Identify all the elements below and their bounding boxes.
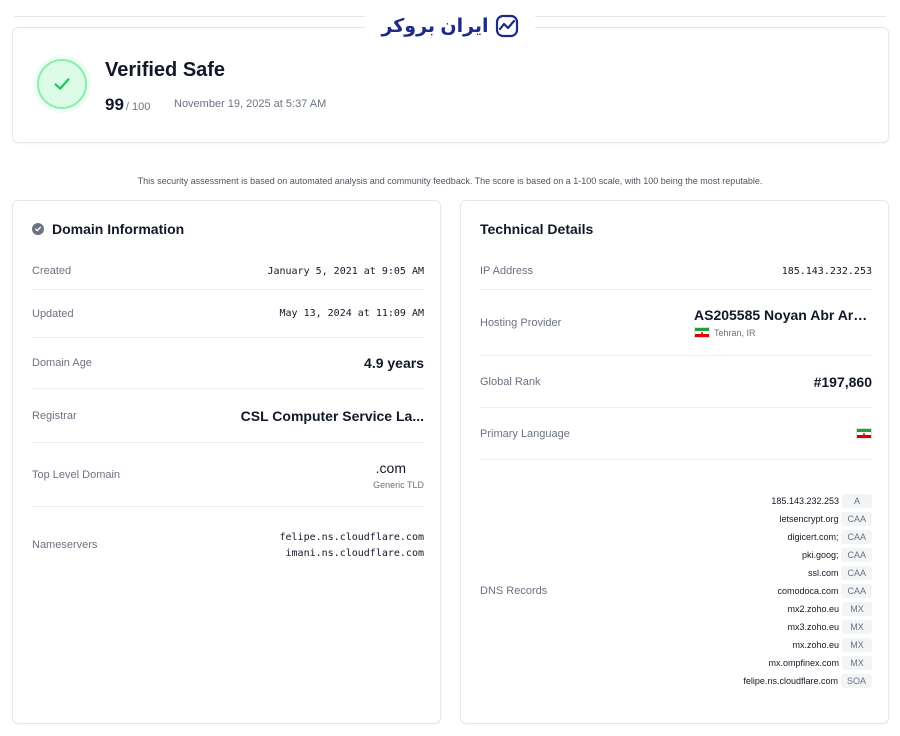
- dns-record: mx.ompfinex.com MX: [768, 656, 872, 670]
- score-max: / 100: [125, 101, 151, 113]
- nameservers-list: felipe.ns.cloudflare.com imani.ns.cloudf…: [280, 532, 425, 559]
- dns-record-type-badge: SOA: [840, 674, 872, 688]
- dns-record-value: digicert.com;: [787, 532, 839, 542]
- nameserver-item: imani.ns.cloudflare.com: [285, 547, 424, 559]
- assessment-date: November 19, 2025 at 5:37 AM: [174, 98, 327, 110]
- dns-record-type-badge: CAA: [841, 530, 872, 544]
- dns-record-type-badge: MX: [842, 638, 872, 652]
- tld-label: Top Level Domain: [32, 468, 121, 481]
- ip-label: IP Address: [480, 265, 533, 277]
- dns-record-value: 185.143.232.253: [771, 496, 839, 506]
- hosting-location-text: Tehran, IR: [714, 327, 756, 338]
- domain-age-label: Domain Age: [32, 357, 92, 369]
- row-tld: Top Level Domain .com Generic TLD: [32, 443, 424, 507]
- verified-badge: [37, 59, 87, 109]
- tld-value: .com: [375, 459, 406, 476]
- registrar-value: CSL Computer Service La...: [240, 407, 424, 424]
- dns-record-type-badge: CAA: [841, 584, 872, 598]
- dns-record-value: pki.goog;: [801, 550, 839, 560]
- dns-record: mx3.zoho.eu MX: [787, 620, 872, 634]
- rank-label: Global Rank: [480, 375, 541, 388]
- iran-flag-icon: [694, 327, 710, 338]
- dns-record-value: mx3.zoho.eu: [787, 622, 839, 632]
- hosting-location: Tehran, IR: [694, 327, 756, 338]
- dns-record: felipe.ns.cloudflare.com SOA: [743, 674, 872, 688]
- registrar-label: Registrar: [32, 409, 77, 422]
- language-label: Primary Language: [480, 427, 570, 440]
- dns-record-type-badge: CAA: [841, 566, 872, 580]
- dns-record-type-badge: MX: [842, 656, 872, 670]
- updated-label: Updated: [32, 307, 74, 320]
- dns-record: digicert.com; CAA: [787, 530, 872, 544]
- brand-name: ایران بروکر: [381, 15, 489, 37]
- brand-logo[interactable]: ایران بروکر: [365, 14, 535, 38]
- dns-record-type-badge: CAA: [841, 512, 872, 526]
- dns-record: pki.goog; CAA: [802, 548, 872, 562]
- dns-record-type-badge: MX: [842, 620, 872, 634]
- row-created: Created January 5, 2021 at 9:05 AM: [32, 253, 424, 290]
- dns-record: mx.zoho.eu MX: [792, 638, 872, 652]
- dns-record: ssl.com CAA: [808, 566, 872, 580]
- hosting-label: Hosting Provider: [480, 316, 562, 329]
- created-value: January 5, 2021 at 9:05 AM: [267, 265, 424, 277]
- tld-block: .com Generic TLD: [373, 460, 424, 490]
- dns-record-value: mx2.zoho.eu: [787, 604, 839, 614]
- brand-chart-icon: [495, 14, 518, 38]
- iran-flag-icon: [856, 428, 872, 439]
- row-domain-age: Domain Age 4.9 years: [32, 338, 424, 389]
- row-dns-records: DNS Records 185.143.232.253 Aletsencrypt.…: [480, 460, 872, 722]
- domain-age-value: 4.9 years: [364, 355, 424, 371]
- dns-label: DNS Records: [480, 585, 548, 597]
- nameserver-item: felipe.ns.cloudflare.com: [279, 531, 425, 543]
- domain-info-title: Domain Information: [52, 221, 185, 237]
- shield-check-icon: [32, 223, 44, 235]
- updated-value: May 13, 2024 at 11:09 AM: [279, 308, 425, 319]
- hosting-block: AS205585 Noyan Abr Arva... Tehran, IR: [694, 307, 872, 338]
- row-global-rank: Global Rank #197,860: [480, 356, 872, 408]
- dns-record-value: mx.zoho.eu: [792, 640, 839, 650]
- score-value: 99: [105, 95, 124, 114]
- row-nameservers: Nameservers felipe.ns.cloudflare.com ima…: [32, 507, 424, 583]
- dns-record: mx2.zoho.eu MX: [787, 602, 872, 616]
- row-registrar: Registrar CSL Computer Service La...: [32, 389, 424, 443]
- rank-value: #197,860: [813, 373, 872, 390]
- trust-score: 99/ 100: [105, 95, 150, 115]
- hosting-value: AS205585 Noyan Abr Arva...: [694, 307, 872, 323]
- domain-information-card: Domain Information Created January 5, 20…: [12, 200, 441, 724]
- technical-details-card: Technical Details IP Address 185.143.232…: [460, 200, 889, 724]
- row-primary-language: Primary Language: [480, 408, 872, 460]
- status-title: Verified Safe: [105, 59, 226, 81]
- nameservers-label: Nameservers: [32, 539, 98, 551]
- row-hosting-provider: Hosting Provider AS205585 Noyan Abr Arva…: [480, 290, 872, 356]
- disclaimer-text: This security assessment is based on aut…: [137, 176, 763, 186]
- dns-record-value: mx.ompfinex.com: [768, 658, 839, 668]
- ip-value: 185.143.232.253: [781, 265, 872, 277]
- verification-summary-card: Verified Safe 99/ 100 November 19, 2025 …: [12, 27, 889, 143]
- dns-record-type-badge: A: [842, 494, 872, 508]
- technical-details-header: Technical Details: [480, 221, 593, 237]
- dns-records-list: 185.143.232.253 Aletsencrypt.org CAA digice…: [743, 494, 872, 688]
- tld-type: Generic TLD: [373, 479, 424, 490]
- dns-record-value: comodoca.com: [777, 586, 839, 596]
- dns-record: letsencrypt.org CAA: [779, 512, 872, 526]
- dns-record-type-badge: MX: [842, 602, 872, 616]
- created-label: Created: [32, 265, 72, 277]
- row-ip-address: IP Address 185.143.232.253: [480, 253, 872, 290]
- dns-record: comodoca.com CAA: [777, 584, 872, 598]
- dns-record: 185.143.232.253 A: [771, 494, 872, 508]
- technical-details-title: Technical Details: [480, 221, 594, 237]
- dns-record-type-badge: CAA: [841, 548, 872, 562]
- check-icon: [54, 78, 70, 90]
- dns-record-value: ssl.com: [807, 568, 839, 578]
- row-updated: Updated May 13, 2024 at 11:09 AM: [32, 290, 424, 338]
- dns-record-value: letsencrypt.org: [779, 514, 839, 524]
- domain-info-header: Domain Information: [32, 221, 184, 237]
- dns-record-value: felipe.ns.cloudflare.com: [743, 676, 838, 686]
